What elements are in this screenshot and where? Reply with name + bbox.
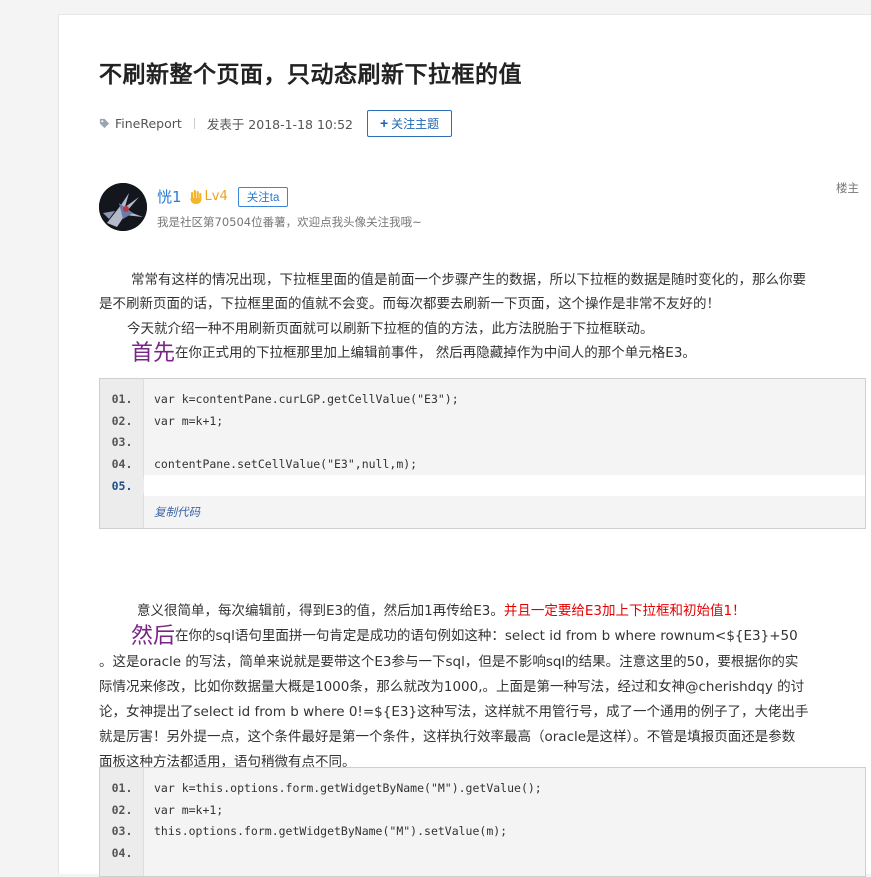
code-text: var k=this.options.form.getWidgetByName(… <box>154 780 542 795</box>
post-title: 不刷新整个页面，只动态刷新下拉框的值 <box>99 62 522 88</box>
post-container: 不刷新整个页面，只动态刷新下拉框的值 FineReport 发表于 2018-1… <box>58 14 871 877</box>
topic-tag-link[interactable]: FineReport <box>115 116 182 131</box>
line-number: 01. <box>111 391 133 406</box>
line-number: 04. <box>111 456 133 471</box>
paragraph: 今天就介绍一种不用刷新页面就可以刷新下拉框的值的方法，此方法脱胎于下拉框联动。 <box>127 321 654 337</box>
code-text: contentPane.setCellValue("E3",null,m); <box>154 456 418 471</box>
avatar[interactable] <box>99 183 147 231</box>
code-line: 03. this.options.form.getWidgetByName("M"… <box>100 820 865 842</box>
follow-topic-button[interactable]: + 关注主题 <box>366 109 453 137</box>
follow-topic-label: 关注主题 <box>391 116 440 131</box>
line-number: 03. <box>111 435 133 450</box>
line-number: 04. <box>111 845 133 860</box>
copy-code-button[interactable]: 复制代码 <box>154 496 865 528</box>
code-line: 02. var m=k+1; <box>100 799 865 821</box>
author-name-row: 恍1 Lv4 关注ta <box>157 186 289 207</box>
code-text: var k=contentPane.curLGP.getCellValue("E… <box>154 391 459 406</box>
paragraph-line: 就是厉害！另外提一点，这个条件最好是第一个条件，这样执行效率最高（oracle是… <box>99 729 796 745</box>
tag-icon <box>99 118 110 128</box>
code-line: 04. contentPane.setCellValue("E3",null,m)… <box>100 453 865 475</box>
line-number: 02. <box>111 413 133 428</box>
code-text: var m=k+1; <box>154 802 224 817</box>
avatar-image <box>99 183 147 231</box>
emphasis-heading: 首先 <box>131 341 176 366</box>
paragraph-text: 在你正式用的下拉框那里加上编辑前事件， 然后再隐藏掉作为中间人的那个单元格E3。 <box>175 345 696 361</box>
paragraph: 意义很简单，每次编辑前，得到E3的值，然后加1再传给E3。并且一定要给E3加上下… <box>137 600 746 624</box>
code-text: var m=k+1; <box>154 413 224 428</box>
line-number: 03. <box>111 824 133 839</box>
line-number: 01. <box>111 780 133 795</box>
code-line: 02. var m=k+1; <box>100 410 865 432</box>
meta-divider <box>193 117 195 129</box>
code-line: 04. <box>100 842 865 864</box>
code-line: 01. var k=contentPane.curLGP.getCellValue… <box>100 388 865 410</box>
author-level: Lv4 <box>204 189 228 204</box>
code-line: 01. var k=this.options.form.getWidgetByNa… <box>100 777 865 799</box>
emphasis-heading: 然后 <box>131 624 176 649</box>
code-line: 03. <box>100 431 865 453</box>
author-signature: 我是社区第70504位番薯，欢迎点我头像关注我哦~ <box>157 215 422 229</box>
hand-wave-icon <box>190 189 202 204</box>
publish-time: 发表于 2018-1-18 10:52 <box>206 116 353 132</box>
paragraph: 然后在你的sql语句里面拼一句肯定是成功的语句例如这种：select id fr… <box>131 625 798 649</box>
paragraph: 是不刷新页面的话，下拉框里面的值就不会变。而每次都要去刷新一下页面，这个操作是非… <box>99 296 720 312</box>
post-meta: FineReport 发表于 2018-1-18 10:52 + 关注主题 <box>99 109 453 137</box>
paragraph-line: 际情况来修改，比如你数据量大概是1000条，那么就改为1000,。上面是第一种写… <box>99 679 805 695</box>
warning-text: 并且一定要给E3加上下拉框和初始值1！ <box>503 603 746 619</box>
code-text: this.options.form.getWidgetByName("M").s… <box>154 824 508 839</box>
paragraph-line: 论，女神提出了select id from b where 0!=${E3}这种… <box>99 704 809 720</box>
author-block: 恍1 Lv4 关注ta 我是社区第70504位番薯，欢迎点我头像关注我哦~ <box>99 183 859 235</box>
paragraph-text: 意义很简单，每次编辑前，得到E3的值，然后加1再传给E3。 <box>137 603 504 619</box>
paragraph-line: 。这是oracle 的写法，简单来说就是要带这个E3参与一下sql，但是不影响s… <box>99 654 799 670</box>
code-block: 01. var k=this.options.form.getWidgetByNa… <box>99 767 866 877</box>
paragraph: 常常有这样的情况出现，下拉框里面的值是前面一个步骤产生的数据，所以下拉框的数据是… <box>131 272 806 288</box>
follow-author-button[interactable]: 关注ta <box>237 186 289 207</box>
paragraph-text: 在你的sql语句里面拼一句肯定是成功的语句例如这种：select id from… <box>175 628 798 644</box>
line-number: 02. <box>111 802 133 817</box>
author-name-link[interactable]: 恍1 <box>157 186 182 207</box>
code-block: 01. var k=contentPane.curLGP.getCellValue… <box>99 378 866 530</box>
plus-icon: + <box>379 115 389 131</box>
code-line-active: 05. <box>100 474 865 497</box>
line-number: 05. <box>100 478 144 493</box>
paragraph: 首先在你正式用的下拉框那里加上编辑前事件， 然后再隐藏掉作为中间人的那个单元格E… <box>131 342 696 366</box>
